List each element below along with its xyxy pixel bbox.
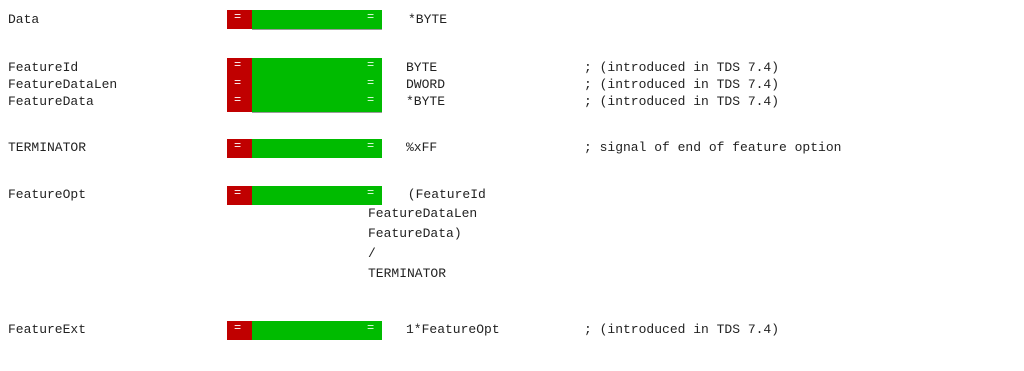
removed-equals-glyph: = — [234, 321, 242, 335]
definition-type: (FeatureId — [400, 187, 486, 202]
definition-type: *BYTE — [406, 94, 446, 109]
definition-name: FeatureOpt — [8, 187, 87, 202]
added-marker — [252, 139, 382, 158]
added-equals-glyph: = — [367, 93, 375, 107]
definition-row-data: Data = = *BYTE — [0, 10, 1024, 30]
featureopt-continuation-line: FeatureDataLen — [368, 206, 478, 221]
featureopt-continuation-line: TERMINATOR — [368, 266, 447, 281]
definition-type: 1*FeatureOpt — [406, 322, 500, 337]
diff-underline — [252, 112, 382, 113]
removed-equals-glyph: = — [234, 186, 242, 200]
removed-marker: = — [227, 93, 252, 112]
featureopt-continuation-line: FeatureData) — [368, 226, 462, 241]
definition-comment: ; (introduced in TDS 7.4) — [584, 322, 780, 337]
definition-type: BYTE — [406, 60, 438, 75]
definition-type: DWORD — [406, 77, 446, 92]
definition-name: FeatureData — [8, 94, 94, 109]
featureopt-continuation-line: / — [368, 246, 376, 261]
definition-name: FeatureDataLen — [8, 77, 118, 92]
definition-name: Data — [8, 12, 40, 27]
added-equals-glyph: = — [367, 321, 375, 335]
definition-comment: ; (introduced in TDS 7.4) — [584, 94, 780, 109]
removed-equals-glyph: = — [234, 10, 242, 24]
diff-marker: = = — [227, 93, 382, 113]
added-marker — [252, 321, 382, 340]
diff-underline — [252, 29, 382, 30]
added-marker — [252, 58, 382, 77]
removed-equals-glyph: = — [234, 139, 242, 153]
definition-row-featureext: FeatureExt = = 1*FeatureOpt ; (introduce… — [0, 321, 1024, 340]
removed-marker: = — [227, 10, 252, 29]
definition-type: %xFF — [406, 140, 438, 155]
removed-equals-glyph: = — [234, 93, 242, 107]
definition-row-featuredatalen: FeatureDataLen = = DWORD ; (introduced i… — [0, 76, 1024, 95]
removed-marker: = — [227, 186, 252, 205]
removed-marker: = — [227, 321, 252, 340]
added-marker — [252, 186, 382, 205]
added-marker — [252, 93, 382, 112]
removed-equals-glyph: = — [234, 76, 242, 90]
definition-row-terminator: TERMINATOR = = %xFF ; signal of end of f… — [0, 139, 1024, 158]
diff-marker: = = — [227, 321, 382, 340]
definition-name: FeatureExt — [8, 322, 87, 337]
diff-marker: = = — [227, 10, 382, 30]
added-marker — [252, 10, 382, 29]
definition-type: *BYTE — [408, 12, 448, 27]
diff-marker: = = — [227, 186, 382, 205]
added-equals-glyph: = — [367, 139, 375, 153]
definition-name: TERMINATOR — [8, 140, 87, 155]
definition-name: FeatureId — [8, 60, 79, 75]
definition-row-featureopt: FeatureOpt = = (FeatureId — [0, 186, 1024, 205]
diff-marker: = = — [227, 58, 382, 77]
added-equals-glyph: = — [367, 76, 375, 90]
definition-row-featuredata: FeatureData = = *BYTE ; (introduced in T… — [0, 93, 1024, 113]
removed-equals-glyph: = — [234, 58, 242, 72]
removed-marker: = — [227, 58, 252, 77]
definition-comment: ; (introduced in TDS 7.4) — [584, 60, 780, 75]
definition-comment: ; signal of end of feature option — [584, 140, 842, 155]
added-equals-glyph: = — [367, 186, 375, 200]
added-equals-glyph: = — [367, 10, 375, 24]
removed-marker: = — [227, 139, 252, 158]
added-equals-glyph: = — [367, 58, 375, 72]
definition-comment: ; (introduced in TDS 7.4) — [584, 77, 780, 92]
definition-row-featureid: FeatureId = = BYTE ; (introduced in TDS … — [0, 58, 1024, 77]
diff-marker: = = — [227, 139, 382, 158]
